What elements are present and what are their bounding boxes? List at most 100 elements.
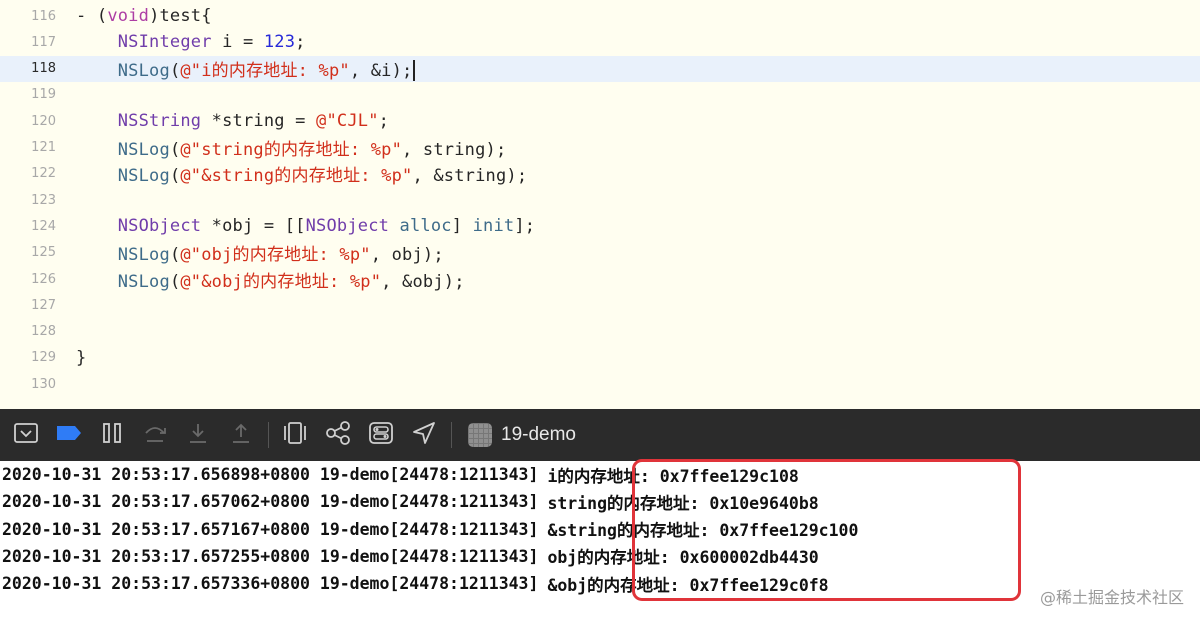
code-text[interactable]: NSLog(@"string的内存地址: %p", string); xyxy=(76,135,506,160)
code-token: NSString xyxy=(117,111,202,132)
code-token: ( xyxy=(169,140,181,160)
code-text[interactable]: } xyxy=(76,348,86,368)
code-token: NSLog xyxy=(117,60,170,81)
code-token: , string); xyxy=(402,140,507,160)
line-number[interactable]: 126 xyxy=(0,272,56,287)
code-line[interactable]: 119 xyxy=(0,82,1200,108)
code-text[interactable]: NSInteger i = 123; xyxy=(76,32,306,52)
code-token: @"CJL" xyxy=(316,111,379,132)
code-token: ] xyxy=(451,216,473,237)
step-out-icon xyxy=(229,421,253,449)
code-text[interactable]: - (void)test{ xyxy=(76,6,212,26)
simulate-location-button[interactable] xyxy=(407,418,441,452)
code-token: ( xyxy=(169,245,181,266)
code-token: ; xyxy=(295,32,306,53)
code-token: , &i); xyxy=(349,60,413,81)
code-token: @"&string的内存地址: %p" xyxy=(180,166,413,187)
breakpoints-toggle-button[interactable] xyxy=(52,418,86,452)
code-token: void xyxy=(107,6,150,26)
line-number[interactable]: 124 xyxy=(0,219,56,234)
text-cursor xyxy=(413,60,415,82)
code-line[interactable]: 128 xyxy=(0,319,1200,345)
code-text[interactable]: NSLog(@"i的内存地址: %p", &i); xyxy=(76,56,415,82)
log-prefix: 2020-10-31 20:53:17.656898+0800 19-demo[… xyxy=(2,465,539,484)
line-number[interactable]: 127 xyxy=(0,298,56,313)
code-line[interactable]: 130 xyxy=(0,371,1200,397)
memory-graph-icon xyxy=(324,420,352,450)
line-number[interactable]: 129 xyxy=(0,350,56,365)
code-token: ]; xyxy=(514,216,536,237)
code-token: NSLog xyxy=(117,271,170,292)
code-token: )test{ xyxy=(149,6,212,26)
code-token: ( xyxy=(169,166,181,187)
code-token: } xyxy=(76,347,87,368)
environment-overrides-button[interactable] xyxy=(364,418,398,452)
code-line[interactable]: 127 xyxy=(0,292,1200,318)
line-number[interactable]: 116 xyxy=(0,9,56,24)
code-token: , &obj); xyxy=(381,271,465,292)
code-line[interactable]: 121 NSLog(@"string的内存地址: %p", string); xyxy=(0,135,1200,161)
app-target-icon xyxy=(468,423,492,447)
memory-graph-button[interactable] xyxy=(321,418,355,452)
step-over-button[interactable] xyxy=(138,418,172,452)
line-number[interactable]: 125 xyxy=(0,245,56,260)
code-editor[interactable]: 116- (void)test{117 NSInteger i = 123; 11… xyxy=(0,0,1200,409)
toolbar-separator xyxy=(451,422,452,448)
code-token: ( xyxy=(169,60,181,81)
target-name[interactable]: 19-demo xyxy=(501,424,576,446)
step-into-button[interactable] xyxy=(181,418,215,452)
line-number[interactable]: 128 xyxy=(0,324,56,339)
log-prefix: 2020-10-31 20:53:17.657167+0800 19-demo[… xyxy=(2,519,539,539)
code-line[interactable]: 124 NSObject *obj = [[NSObject alloc] in… xyxy=(0,213,1200,239)
view-debugger-icon xyxy=(282,420,308,450)
step-out-button[interactable] xyxy=(224,418,258,452)
view-debugger-button[interactable] xyxy=(278,418,312,452)
code-text[interactable]: NSString *string = @"CJL"; xyxy=(76,111,389,131)
line-number[interactable]: 120 xyxy=(0,114,56,129)
code-token: NSObject xyxy=(117,216,202,237)
debug-toolbar: 19-demo xyxy=(0,409,1200,461)
toolbar-separator xyxy=(268,422,269,448)
code-text[interactable]: NSLog(@"obj的内存地址: %p", obj); xyxy=(76,240,444,265)
pause-icon xyxy=(100,421,124,449)
code-line[interactable]: 118 NSLog(@"i的内存地址: %p", &i); xyxy=(0,55,1200,82)
code-token: ( xyxy=(169,271,181,292)
line-number[interactable]: 118 xyxy=(0,61,56,76)
code-line[interactable]: 122 NSLog(@"&string的内存地址: %p", &string); xyxy=(0,161,1200,187)
code-token: NSInteger xyxy=(117,32,212,53)
code-line[interactable]: 123 xyxy=(0,187,1200,213)
code-line[interactable]: 126 NSLog(@"&obj的内存地址: %p", &obj); xyxy=(0,266,1200,292)
output-highlight-box xyxy=(632,459,1021,601)
code-line[interactable]: 125 NSLog(@"obj的内存地址: %p", obj); xyxy=(0,240,1200,266)
code-token: , &string); xyxy=(412,166,528,187)
line-number[interactable]: 122 xyxy=(0,166,56,181)
code-text[interactable]: NSLog(@"&string的内存地址: %p", &string); xyxy=(76,161,527,186)
code-line[interactable]: 116 - (void)test{ xyxy=(0,3,1200,29)
code-text[interactable]: NSLog(@"&obj的内存地址: %p", &obj); xyxy=(76,267,465,292)
step-over-icon xyxy=(142,421,168,449)
step-into-icon xyxy=(186,421,210,449)
line-number[interactable]: 117 xyxy=(0,35,56,50)
pause-button[interactable] xyxy=(95,418,129,452)
hide-debug-area-button[interactable] xyxy=(9,418,43,452)
line-number[interactable]: 130 xyxy=(0,377,56,392)
code-token: @"string的内存地址: %p" xyxy=(180,140,403,160)
code-line[interactable]: 120 NSString *string = @"CJL"; xyxy=(0,108,1200,134)
line-number[interactable]: 119 xyxy=(0,87,56,102)
code-line[interactable]: 117 NSInteger i = 123; xyxy=(0,29,1200,55)
line-number[interactable]: 123 xyxy=(0,193,56,208)
code-token: @"&obj的内存地址: %p" xyxy=(180,271,382,292)
code-line[interactable]: 129} xyxy=(0,345,1200,371)
code-text[interactable]: NSObject *obj = [[NSObject alloc] init]; xyxy=(76,216,535,236)
code-token: , obj); xyxy=(370,245,444,266)
line-number[interactable]: 121 xyxy=(0,140,56,155)
log-prefix: 2020-10-31 20:53:17.657336+0800 19-demo[… xyxy=(2,574,539,594)
environment-overrides-icon xyxy=(368,421,394,449)
code-token: NSLog xyxy=(117,245,170,266)
